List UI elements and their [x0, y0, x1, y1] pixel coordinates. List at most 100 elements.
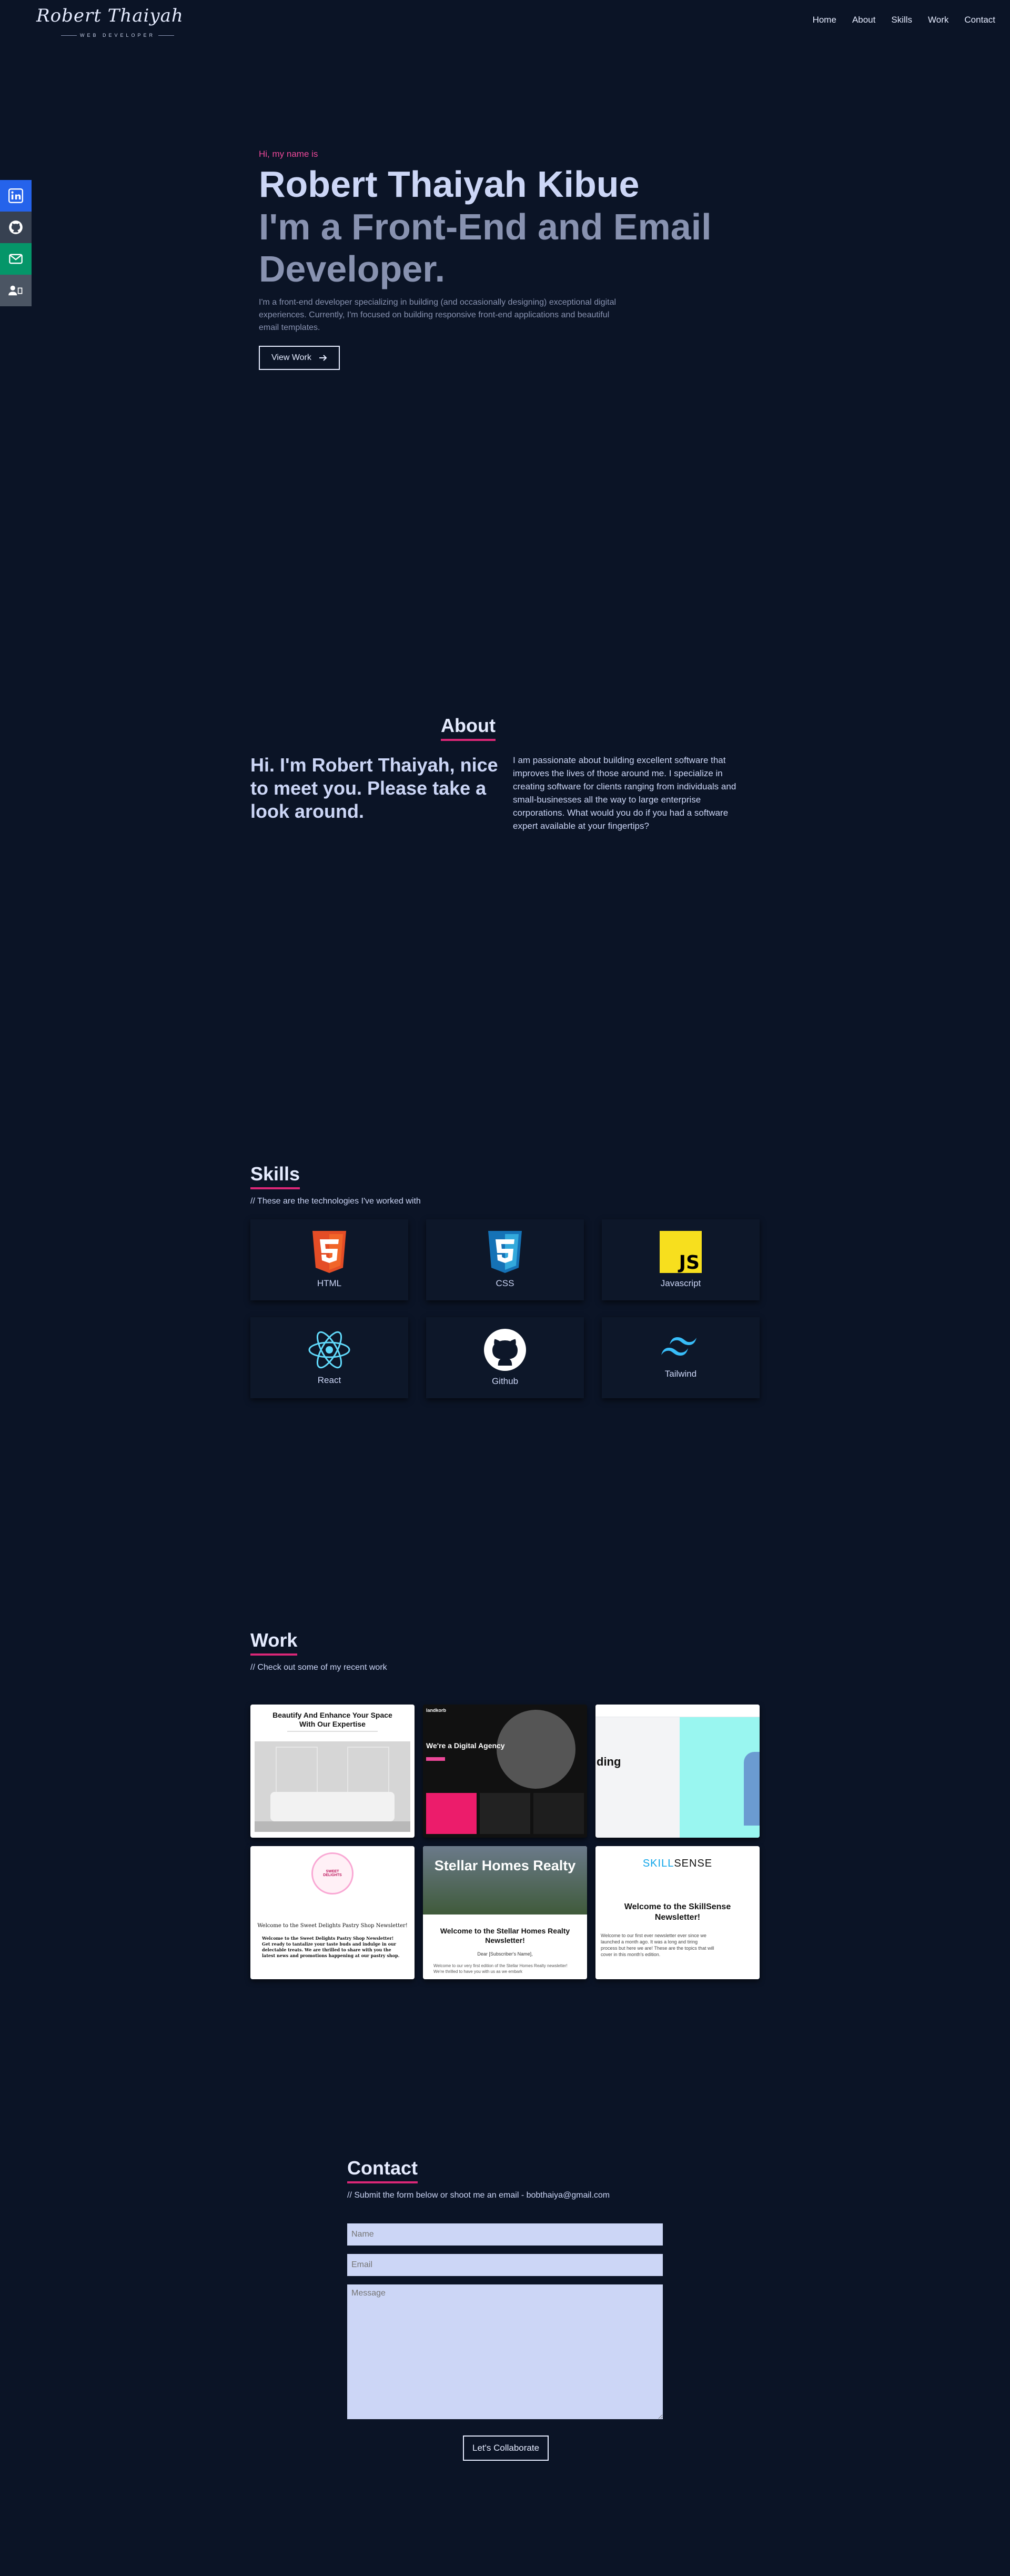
nav-work[interactable]: Work: [928, 15, 948, 25]
skill-label: Javascript: [660, 1278, 701, 1288]
css3-icon: [488, 1231, 522, 1273]
nav-home[interactable]: Home: [813, 15, 836, 25]
about-title: About: [441, 715, 496, 741]
wall-panel: [276, 1747, 318, 1799]
contact-title: Contact: [347, 2157, 418, 2183]
floor: [255, 1821, 410, 1832]
skill-card-github: Github: [426, 1317, 584, 1398]
logo-subtitle: WEB DEVELOPER: [58, 33, 177, 38]
work-title: Work: [250, 1629, 298, 1656]
card-headline: Welcome to the Stellar Homes Realty News…: [440, 1927, 570, 1944]
github-button[interactable]: [0, 212, 32, 243]
resume-button[interactable]: [0, 275, 32, 306]
skills-subtitle: // These are the technologies I've worke…: [250, 1197, 421, 1206]
card-banner: Stellar Homes Realty: [434, 1858, 576, 1873]
contact-header: Contact // Submit the form below or shoo…: [347, 2157, 610, 2200]
sofa-shape: [270, 1792, 395, 1821]
skill-card-css: CSS: [426, 1219, 584, 1300]
card-hero-image: [255, 1741, 410, 1832]
work-subtitle: // Check out some of my recent work: [250, 1663, 387, 1672]
linkedin-icon: [8, 188, 23, 203]
cta-shape: [426, 1757, 445, 1761]
svg-text:JS: JS: [678, 1252, 700, 1273]
logo-signature: Robert Thaiyah: [36, 5, 184, 26]
about-heading: Hi. I'm Robert Thaiyah, nice to meet you…: [250, 754, 498, 822]
react-icon: [308, 1331, 350, 1369]
wall-panel: [347, 1747, 389, 1799]
skill-label: React: [317, 1375, 341, 1385]
arrow-right-icon: [319, 355, 327, 361]
feature-tile: [480, 1793, 530, 1834]
resume-icon: [8, 285, 23, 296]
feature-tile: [533, 1793, 584, 1834]
skill-card-javascript: JS Javascript: [602, 1219, 760, 1300]
work-card-realty[interactable]: Stellar Homes Realty Welcome to the Stel…: [423, 1846, 587, 1979]
github-icon: [484, 1329, 526, 1371]
hero-title: I'm a Front-End and Email Developer.: [259, 206, 712, 289]
work-card-agency[interactable]: landkorb We're a Digital Agency: [423, 1705, 587, 1838]
card-brand: landkorb: [426, 1708, 447, 1713]
nav-links: Home About Skills Work Contact: [813, 15, 995, 25]
nav-skills[interactable]: Skills: [891, 15, 912, 25]
person-shape: [744, 1752, 760, 1826]
skills-grid: HTML CSS JS Javascript React Github Tail…: [250, 1219, 760, 1398]
linkedin-button[interactable]: [0, 180, 32, 212]
about-title-wrap: About: [0, 715, 936, 741]
work-grid: Beautify And Enhance Your Space With Our…: [250, 1705, 760, 1979]
site-logo[interactable]: Robert Thaiyah WEB DEVELOPER: [34, 4, 183, 38]
tailwind-icon: [661, 1337, 696, 1356]
skill-card-react: React: [250, 1317, 408, 1398]
skill-card-html: HTML: [250, 1219, 408, 1300]
house-image: [423, 1846, 587, 1915]
skillsense-logo: SKILLSENSE: [595, 1858, 760, 1870]
skillsense-logo-a: SKILL: [642, 1858, 674, 1869]
skill-label: CSS: [496, 1278, 514, 1288]
nav-contact[interactable]: Contact: [964, 15, 995, 25]
top-nav: Robert Thaiyah WEB DEVELOPER Home About …: [0, 0, 1010, 42]
skill-label: Tailwind: [664, 1369, 697, 1379]
card-body: Welcome to our first ever newsletter eve…: [601, 1933, 714, 1957]
card-body: Welcome to the Sweet Delights Pastry Sho…: [262, 1936, 400, 1958]
card-headline: We're a Digital Agency: [426, 1741, 505, 1750]
github-icon: [9, 220, 23, 234]
pastry-logo-badge: SWEET DELIGHTS: [311, 1852, 354, 1895]
html5-icon: [312, 1231, 346, 1273]
view-work-button[interactable]: View Work: [259, 346, 340, 370]
card-top-bar: [595, 1705, 760, 1717]
mail-button[interactable]: [0, 243, 32, 275]
card-headline: Beautify And Enhance Your Space With Our…: [272, 1711, 392, 1728]
card-rule: [287, 1731, 378, 1732]
about-body: I am passionate about building excellent…: [513, 755, 736, 831]
message-field[interactable]: [347, 2284, 663, 2419]
skills-title: Skills: [250, 1163, 300, 1189]
view-work-label: View Work: [271, 353, 311, 362]
card-headline: Welcome to the SkillSense Newsletter!: [624, 1902, 731, 1922]
hero-section: Hi, my name is Robert Thaiyah Kibue I'm …: [259, 149, 759, 370]
work-card-landing[interactable]: ding: [595, 1705, 760, 1838]
card-headline: ding: [597, 1755, 621, 1768]
hero-intro: I'm a front-end developer specializing i…: [259, 298, 617, 332]
card-body: Welcome to our very first edition of the…: [433, 1963, 568, 1974]
contact-form: [347, 2223, 663, 2428]
feature-tile: [426, 1793, 477, 1834]
skillsense-logo-b: SENSE: [674, 1858, 713, 1869]
card-headline: Welcome to the Sweet Delights Pastry Sho…: [257, 1923, 408, 1929]
hero-greeting: Hi, my name is: [259, 149, 318, 159]
hero-name: Robert Thaiyah Kibue: [259, 164, 640, 205]
skill-card-tailwind: Tailwind: [602, 1317, 760, 1398]
nav-about[interactable]: About: [852, 15, 875, 25]
collaborate-button[interactable]: Let's Collaborate: [463, 2435, 549, 2461]
work-header: Work // Check out some of my recent work: [250, 1629, 387, 1672]
pastry-badge-text: SWEET DELIGHTS: [323, 1870, 342, 1877]
name-field[interactable]: [347, 2223, 663, 2246]
work-card-interior[interactable]: Beautify And Enhance Your Space With Our…: [250, 1705, 415, 1838]
email-field[interactable]: [347, 2254, 663, 2276]
portrait-shape: [497, 1710, 575, 1789]
mail-icon: [9, 254, 23, 264]
contact-subtitle: // Submit the form below or shoot me an …: [347, 2191, 610, 2200]
javascript-icon: JS: [660, 1231, 702, 1273]
work-card-pastry[interactable]: SWEET DELIGHTS Welcome to the Sweet Deli…: [250, 1846, 415, 1979]
skills-header: Skills // These are the technologies I'v…: [250, 1163, 421, 1206]
work-card-skillsense[interactable]: SKILLSENSE Welcome to the SkillSense New…: [595, 1846, 760, 1979]
skill-label: Github: [491, 1376, 519, 1386]
